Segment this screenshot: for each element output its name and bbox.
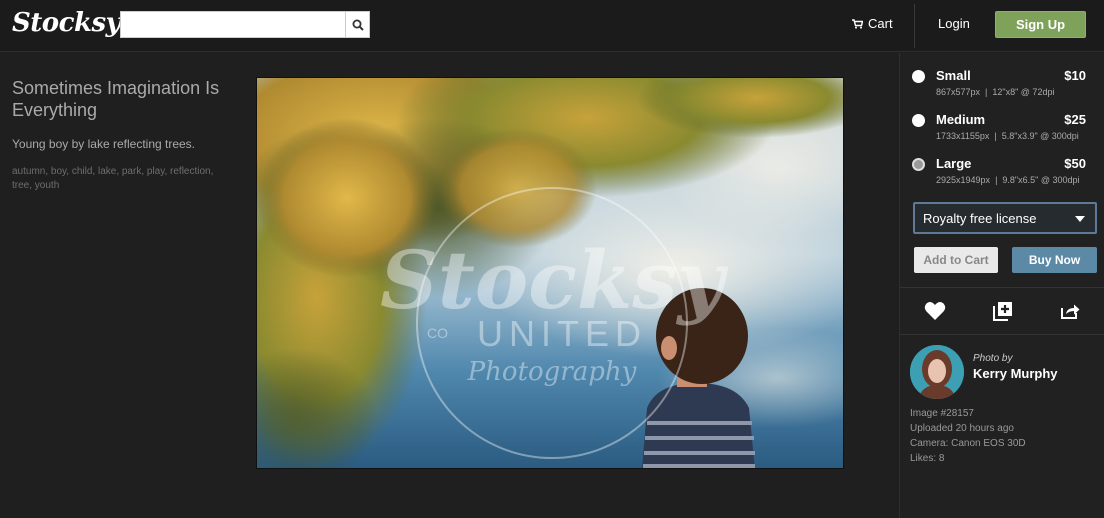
license-value: Royalty free license <box>923 211 1037 226</box>
image-id: Image #28157 <box>910 408 974 419</box>
size-detail: 867x577px | 12"x8" @ 72dpi <box>936 87 1055 97</box>
image-title: Sometimes Imagination Is Everything <box>12 78 220 120</box>
watermark-co: CO <box>427 325 448 341</box>
watermark-united: UNITED <box>477 313 647 354</box>
cart-icon <box>852 18 863 29</box>
camera-info: Camera: Canon EOS 30D <box>910 438 1026 449</box>
cart-label: Cart <box>868 16 893 31</box>
size-name: Small <box>936 68 971 83</box>
photographer-name[interactable]: Kerry Murphy <box>973 366 1058 381</box>
add-to-collection-icon <box>993 302 1012 321</box>
size-price: $50 <box>1064 156 1086 171</box>
size-name: Medium <box>936 112 986 127</box>
main-photo[interactable]: Stocksy CO UNITED Photography <box>256 77 844 469</box>
size-option-medium[interactable]: Medium $25 1733x1155px | 5.8"x3.9" @ 300… <box>912 111 1092 145</box>
size-price: $10 <box>1064 68 1086 83</box>
panel-divider <box>900 334 1104 335</box>
size-radio[interactable] <box>912 114 925 127</box>
purchase-panel: Small $10 867x577px | 12"x8" @ 72dpi Med… <box>899 53 1104 518</box>
add-to-collection-button[interactable] <box>991 299 1015 323</box>
watermark-photography: Photography <box>467 357 637 387</box>
search-icon <box>352 19 364 31</box>
like-button[interactable] <box>923 299 947 323</box>
size-option-small[interactable]: Small $10 867x577px | 12"x8" @ 72dpi <box>912 67 1092 101</box>
likes-count: Likes: 8 <box>910 453 945 464</box>
photographer-avatar[interactable] <box>910 345 964 399</box>
license-select[interactable]: Royalty free license <box>913 202 1097 234</box>
size-radio[interactable] <box>912 70 925 83</box>
top-nav: Stocksy Cart Login Sign Up <box>0 0 1104 52</box>
size-name: Large <box>936 156 972 171</box>
heart-icon <box>924 302 946 320</box>
chevron-down-icon <box>1075 216 1085 222</box>
buy-now-button[interactable]: Buy Now <box>1012 247 1097 273</box>
photo-by-label: Photo by <box>973 353 1013 364</box>
share-icon <box>1061 304 1080 319</box>
add-to-cart-button[interactable]: Add to Cart <box>914 247 998 273</box>
search-box <box>120 11 370 38</box>
panel-divider <box>900 287 1104 288</box>
size-price: $25 <box>1064 112 1086 127</box>
cart-link[interactable]: Cart <box>852 16 893 31</box>
size-radio-selected[interactable] <box>912 158 925 171</box>
image-description: Young boy by lake reflecting trees. <box>12 137 196 151</box>
image-tags[interactable]: autumn, boy, child, lake, park, play, re… <box>12 165 232 193</box>
stocksy-logo[interactable]: Stocksy <box>12 8 121 38</box>
upload-time: Uploaded 20 hours ago <box>910 423 1014 434</box>
search-button[interactable] <box>345 12 369 37</box>
header-divider <box>914 4 915 48</box>
signup-button[interactable]: Sign Up <box>995 11 1086 38</box>
photo-artwork: Stocksy CO UNITED Photography <box>257 78 843 468</box>
size-detail: 2925x1949px | 9.8"x6.5" @ 300dpi <box>936 175 1080 185</box>
login-link[interactable]: Login <box>938 16 970 31</box>
share-button[interactable] <box>1058 299 1082 323</box>
search-input[interactable] <box>121 12 345 37</box>
size-detail: 1733x1155px | 5.8"x3.9" @ 300dpi <box>936 131 1079 141</box>
size-option-large[interactable]: Large $50 2925x1949px | 9.8"x6.5" @ 300d… <box>912 155 1092 189</box>
